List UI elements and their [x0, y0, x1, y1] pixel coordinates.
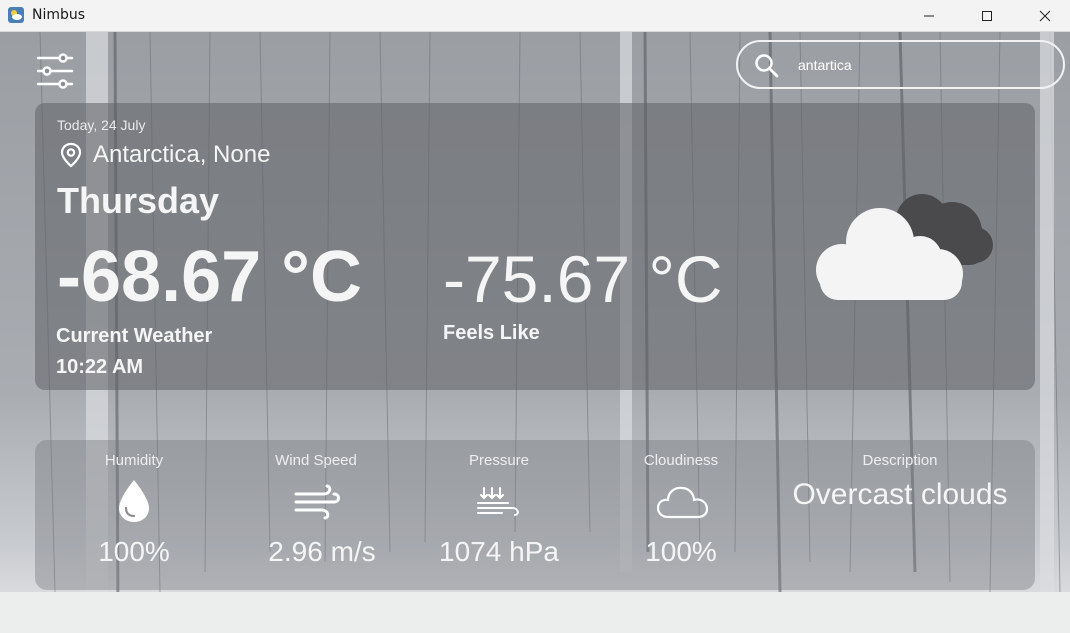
feels-like-label: Feels Like: [443, 322, 540, 344]
wind-icon: [294, 484, 340, 520]
humidity-drop-icon: [119, 480, 149, 522]
maximize-button[interactable]: [964, 0, 1010, 31]
wind-speed-value: 2.96 m/s: [268, 536, 376, 567]
feels-like-temperature: -75.67 °C: [443, 242, 723, 316]
maximize-icon: [982, 10, 992, 21]
minimize-icon: [924, 15, 934, 16]
current-temperature: -68.67 °C: [57, 237, 362, 317]
description-value: Overcast clouds: [792, 478, 1008, 511]
close-icon: [1039, 10, 1051, 21]
title-bar: Nimbus: [0, 0, 1070, 32]
pressure-label: Pressure: [468, 452, 530, 469]
wind-speed-label: Wind Speed: [275, 452, 357, 469]
search-box[interactable]: [736, 40, 1065, 89]
weather-app-icon: [8, 7, 24, 23]
current-date: Today, 24 July: [57, 117, 146, 133]
current-time: 10:22 AM: [56, 356, 144, 378]
description-label: Description: [862, 452, 938, 469]
overcast-clouds-icon: [816, 194, 993, 300]
cloudiness-label: Cloudiness: [643, 452, 719, 469]
pressure-icon: [477, 487, 519, 516]
cloud-icon: [656, 486, 709, 519]
location-name: Antarctica, None: [93, 141, 271, 168]
humidity-label: Humidity: [104, 452, 164, 469]
window-title: Nimbus: [32, 7, 86, 23]
settings-sliders-icon[interactable]: [35, 52, 75, 90]
current-weather-label: Current Weather: [56, 325, 213, 347]
pressure-value: 1074 hPa: [439, 536, 559, 567]
weekday: Thursday: [57, 180, 220, 221]
search-input[interactable]: [798, 55, 1048, 75]
close-button[interactable]: [1022, 0, 1068, 31]
humidity-value: 100%: [98, 536, 170, 567]
minimize-button[interactable]: [906, 0, 952, 31]
location-pin-icon: [60, 142, 82, 168]
cloudiness-value: 100%: [645, 536, 717, 567]
search-icon[interactable]: [754, 53, 780, 79]
